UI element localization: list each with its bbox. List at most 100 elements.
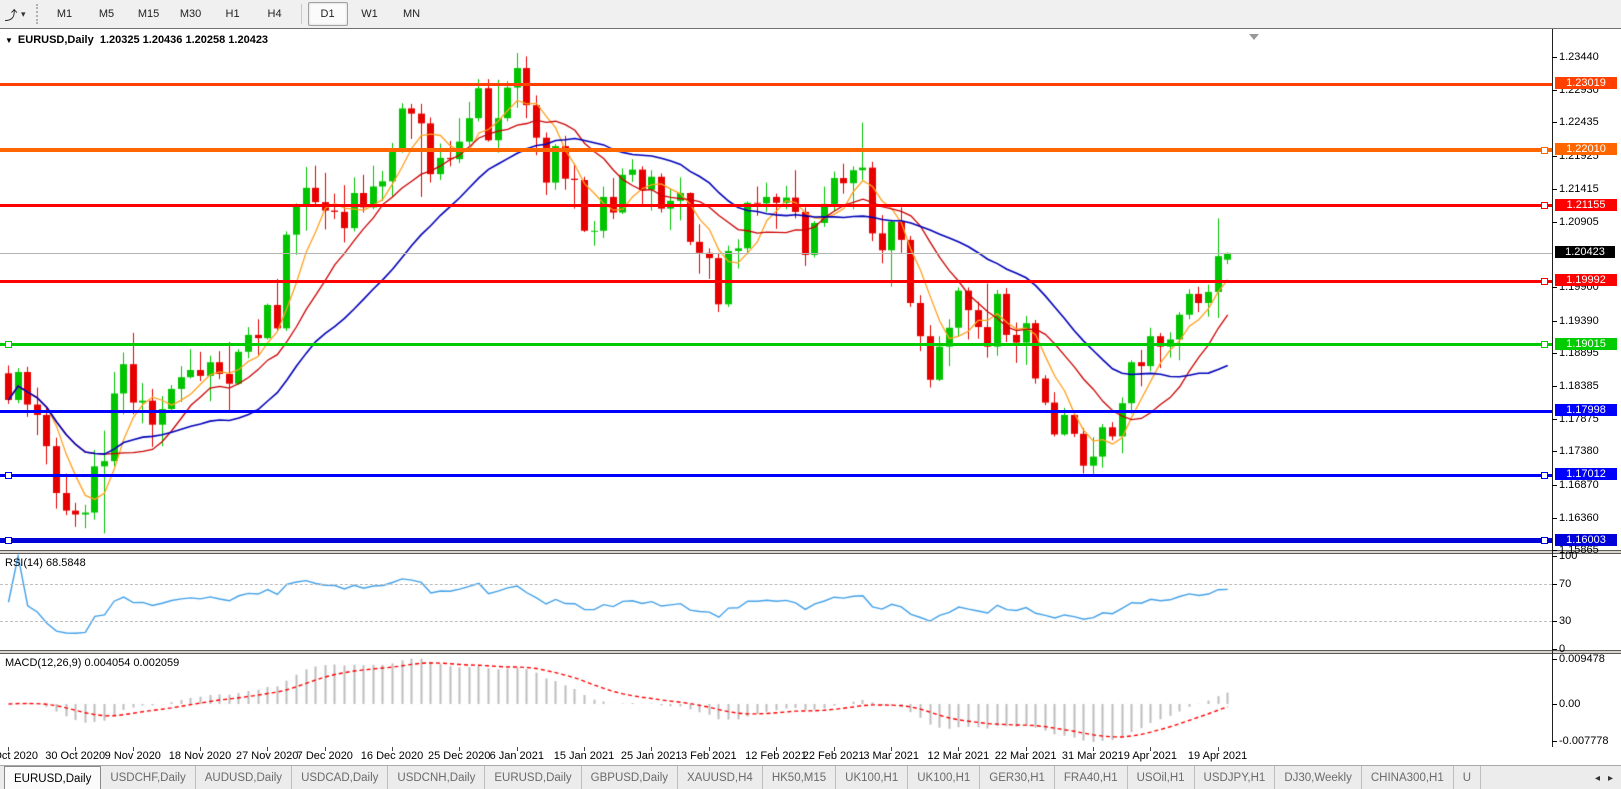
- price-tick-mark: [1552, 90, 1557, 92]
- price-tick-mark: [1552, 57, 1557, 58]
- hline-1.17012[interactable]: [0, 473, 1552, 477]
- mt4-window: ⤴ ▾ M1 M5 M15 M30 H1 H4 D1 W1 MN ▼ EURUSD,Daily 1…: [0, 0, 1621, 789]
- date-label: 21 Oct 2020: [0, 750, 38, 762]
- symbol-dropdown-icon[interactable]: ▼: [5, 36, 13, 45]
- chart-tab-uk100-h1[interactable]: UK100,H1: [836, 766, 909, 789]
- hline-handle[interactable]: [5, 471, 12, 479]
- price-tick-mark: [1552, 517, 1557, 519]
- hline-1.17998[interactable]: [0, 409, 1552, 413]
- chart-tab-usdcad-daily[interactable]: USDCAD,Daily: [292, 766, 389, 789]
- price-tick-label: 1.23440: [1559, 51, 1599, 63]
- rsi-canvas[interactable]: [0, 554, 1552, 650]
- timeframe-button-m30[interactable]: M30: [171, 2, 211, 26]
- price-tick-mark: [1552, 320, 1557, 322]
- chart-tab-gbpusd-daily[interactable]: GBPUSD,Daily: [582, 766, 678, 789]
- date-label: 7 Dec 2020: [296, 750, 353, 762]
- rsi-label: RSI(14) 68.5848: [5, 557, 86, 569]
- hline-handle[interactable]: [1541, 202, 1548, 210]
- timeframe-button-w1[interactable]: W1: [350, 2, 390, 26]
- chart-window: ▼ EURUSD,Daily 1.20325 1.20436 1.20258 1.…: [0, 28, 1621, 766]
- chart-tab-uk100-h1[interactable]: UK100,H1: [908, 766, 981, 789]
- current-price-label: 1.20423: [1555, 246, 1615, 259]
- chart-tab-usoil-h1[interactable]: USOil,H1: [1128, 766, 1195, 789]
- macd-canvas[interactable]: [0, 654, 1552, 747]
- timeframe-button-mn[interactable]: MN: [392, 2, 432, 26]
- price-chart-canvas[interactable]: [0, 31, 1552, 548]
- timeframe-button-m15[interactable]: M15: [129, 2, 169, 26]
- hline-1.22010[interactable]: [0, 148, 1552, 153]
- hline-handle[interactable]: [1541, 341, 1548, 349]
- hline-price-label: 1.23019: [1555, 77, 1617, 90]
- hline-price-label: 1.22010: [1555, 143, 1617, 156]
- date-axis[interactable]: 21 Oct 2020 30 Oct 20209 Nov 2020 18 Nov 2…: [0, 747, 1621, 764]
- timeframe-button-m1[interactable]: M1: [45, 2, 85, 26]
- toolbar-grip[interactable]: [35, 4, 38, 24]
- rsi-level-70: [0, 583, 1552, 585]
- timeframe-button-d1[interactable]: D1: [307, 2, 348, 26]
- hline-handle[interactable]: [1541, 146, 1548, 154]
- date-label: 22 Feb 2021: [802, 750, 865, 762]
- date-label: 18 Nov 2020: [168, 750, 232, 762]
- chart-tab-eurusd-daily[interactable]: EURUSD,Daily: [4, 766, 102, 789]
- hline-1.19992[interactable]: [0, 279, 1552, 283]
- chevron-down-icon[interactable]: ▾: [21, 9, 26, 20]
- hline-price-label: 1.21155: [1555, 198, 1617, 211]
- chart-tab-ger30-h1[interactable]: GER30,H1: [980, 766, 1055, 789]
- chart-tab-usdchf-daily[interactable]: USDCHF,Daily: [101, 766, 196, 789]
- rsi-tick-label: 100: [1559, 550, 1578, 562]
- hline-1.16003[interactable]: [0, 538, 1552, 544]
- hline-handle[interactable]: [5, 341, 12, 349]
- chart-tab-hk50-m15[interactable]: HK50,M15: [763, 766, 837, 789]
- chart-tab-audusd-daily[interactable]: AUDUSD,Daily: [196, 766, 293, 789]
- rsi-level-30: [0, 620, 1552, 622]
- chart-tab-fra40-h1[interactable]: FRA40,H1: [1055, 766, 1128, 789]
- price-tick-label: 1.21415: [1559, 182, 1599, 195]
- rsi-tick-label: 70: [1559, 577, 1572, 590]
- hline-price-label: 1.16003: [1555, 533, 1617, 546]
- hline-handle[interactable]: [1541, 537, 1548, 545]
- chart-tab-xauusd-h4[interactable]: XAUUSD,H4: [678, 766, 763, 789]
- hline-price-label: 1.19992: [1555, 274, 1617, 287]
- hline-price-label: 1.17012: [1555, 468, 1617, 481]
- macd-tick-mark: [1552, 659, 1557, 661]
- chart-tab-usdjpy-h1[interactable]: USDJPY,H1: [1195, 766, 1276, 789]
- hline-handle[interactable]: [1541, 277, 1548, 285]
- price-tick-label: 1.16360: [1559, 511, 1599, 524]
- hline-price-label: 1.17998: [1555, 404, 1617, 417]
- macd-pane: MACD(12,26,9) 0.004054 0.002059 0.009478…: [0, 653, 1621, 747]
- rsi-tick-label: 30: [1559, 614, 1572, 627]
- timeframe-button-h4[interactable]: H4: [255, 2, 295, 26]
- hline-1.23019[interactable]: [0, 82, 1552, 86]
- timeframe-button-m5[interactable]: M5: [87, 2, 127, 26]
- chart-tab-eurusd-daily[interactable]: EURUSD,Daily: [485, 766, 582, 789]
- chart-tab-usdcnh-daily[interactable]: USDCNH,Daily: [388, 766, 486, 789]
- price-tick-label: 1.22435: [1559, 116, 1599, 129]
- indicator-tool-icon[interactable]: ⤴: [2, 5, 20, 23]
- timeframe-button-h1[interactable]: H1: [213, 2, 253, 26]
- macd-tick-mark: [1552, 704, 1557, 705]
- macd-tick-label: -0.007778: [1559, 734, 1609, 747]
- chart-tab-u[interactable]: U: [1454, 766, 1482, 789]
- macd-label: MACD(12,26,9) 0.004054 0.002059: [5, 657, 180, 669]
- hline-1.19015[interactable]: [0, 343, 1552, 347]
- macd-tick-label: 0.00: [1559, 698, 1581, 710]
- chart-shift-marker[interactable]: [1248, 34, 1259, 40]
- date-label: 25 Jan 2021: [620, 750, 682, 762]
- chart-title-text: EURUSD,Daily 1.20325 1.20436 1.20258 1.2…: [17, 34, 269, 46]
- rsi-tick-mark: [1552, 620, 1557, 622]
- price-pane: ▼ EURUSD,Daily 1.20325 1.20436 1.20258 1.…: [0, 31, 1621, 556]
- hline-1.21155[interactable]: [0, 204, 1552, 208]
- chart-tab-china300-h1[interactable]: CHINA300,H1: [1362, 766, 1454, 789]
- price-tick-label: 1.20905: [1559, 215, 1599, 228]
- price-tick-mark: [1552, 451, 1557, 453]
- date-label: 9 Nov 2020: [104, 750, 161, 762]
- timeframe-toolbar: ⤴ ▾ M1 M5 M15 M30 H1 H4 D1 W1 MN: [0, 0, 1621, 29]
- chart-title[interactable]: ▼ EURUSD,Daily 1.20325 1.20436 1.20258 1.…: [5, 34, 268, 46]
- tab-scroll-left-icon[interactable]: ◂: [1595, 773, 1600, 784]
- hline-handle[interactable]: [5, 537, 12, 545]
- tab-scroll-right-icon[interactable]: ▸: [1608, 773, 1613, 784]
- date-label: 31 Mar 2021: [1061, 750, 1124, 762]
- chart-tab-dj30-weekly[interactable]: DJ30,Weekly: [1275, 766, 1362, 789]
- hline-handle[interactable]: [1541, 471, 1548, 479]
- date-label: 12 Mar 2021: [927, 750, 990, 762]
